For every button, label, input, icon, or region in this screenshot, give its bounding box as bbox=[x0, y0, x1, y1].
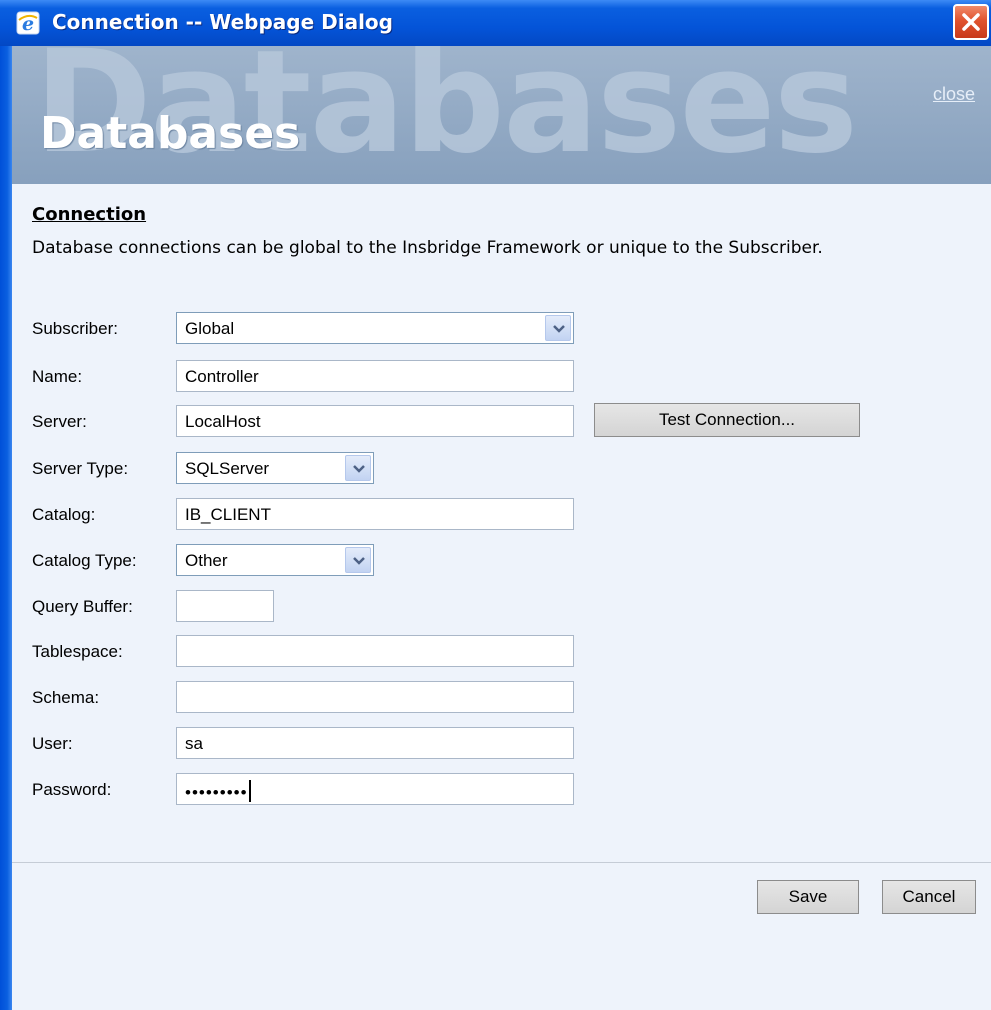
tablespace-input[interactable] bbox=[176, 635, 574, 667]
password-input[interactable]: ••••••••• bbox=[176, 773, 574, 805]
catalog-type-row: Catalog Type: Other bbox=[32, 544, 592, 576]
close-x-icon bbox=[962, 13, 980, 31]
tablespace-label: Tablespace: bbox=[32, 642, 123, 661]
catalog-input[interactable]: IB_CLIENT bbox=[176, 498, 574, 530]
divider bbox=[12, 862, 991, 863]
server-type-select[interactable]: SQLServer bbox=[176, 452, 374, 484]
catalog-row: Catalog: IB_CLIENT bbox=[32, 498, 592, 530]
user-row: User: sa bbox=[32, 727, 592, 759]
section-heading: Connection bbox=[32, 204, 147, 225]
save-button[interactable]: Save bbox=[757, 880, 859, 914]
title-bar: e Connection -- Webpage Dialog bbox=[0, 0, 991, 46]
window-close-button[interactable] bbox=[953, 4, 989, 40]
name-input[interactable]: Controller bbox=[176, 360, 574, 392]
user-label: User: bbox=[32, 734, 73, 753]
server-type-row: Server Type: SQLServer bbox=[32, 452, 592, 484]
schema-input[interactable] bbox=[176, 681, 574, 713]
password-row: Password: ••••••••• bbox=[32, 773, 592, 805]
internet-explorer-icon: e bbox=[16, 11, 40, 35]
cancel-button[interactable]: Cancel bbox=[882, 880, 976, 914]
catalog-type-value: Other bbox=[185, 551, 228, 570]
header-banner: Databases Databases close bbox=[12, 46, 991, 184]
page-title: Databases bbox=[40, 108, 301, 159]
server-row: Server: LocalHost Test Connection... bbox=[32, 403, 892, 437]
text-caret bbox=[248, 780, 251, 802]
tablespace-row: Tablespace: bbox=[32, 635, 592, 667]
close-link[interactable]: close bbox=[933, 84, 975, 105]
user-input[interactable]: sa bbox=[176, 727, 574, 759]
name-label: Name: bbox=[32, 367, 83, 386]
catalog-type-label: Catalog Type: bbox=[32, 551, 137, 570]
window-title: Connection -- Webpage Dialog bbox=[52, 10, 393, 34]
chevron-down-icon[interactable] bbox=[545, 315, 571, 341]
server-label: Server: bbox=[32, 412, 87, 431]
dialog-content: Connection Database connections can be g… bbox=[12, 184, 991, 1010]
subscriber-label: Subscriber: bbox=[32, 319, 118, 338]
window-frame-left bbox=[0, 46, 12, 1010]
schema-label: Schema: bbox=[32, 688, 100, 707]
server-type-label: Server Type: bbox=[32, 459, 129, 478]
password-label: Password: bbox=[32, 780, 112, 799]
query-buffer-input[interactable] bbox=[176, 590, 274, 622]
server-type-value: SQLServer bbox=[185, 459, 270, 478]
section-description: Database connections can be global to th… bbox=[32, 238, 823, 258]
chevron-down-icon[interactable] bbox=[345, 547, 371, 573]
name-row: Name: Controller bbox=[32, 360, 592, 392]
subscriber-select[interactable]: Global bbox=[176, 312, 574, 344]
server-input[interactable]: LocalHost bbox=[176, 405, 574, 437]
subscriber-value: Global bbox=[185, 319, 235, 338]
chevron-down-icon[interactable] bbox=[345, 455, 371, 481]
query-buffer-label: Query Buffer: bbox=[32, 597, 133, 616]
test-connection-button[interactable]: Test Connection... bbox=[594, 403, 860, 437]
catalog-type-select[interactable]: Other bbox=[176, 544, 374, 576]
password-value: ••••••••• bbox=[185, 783, 248, 802]
schema-row: Schema: bbox=[32, 681, 592, 713]
catalog-label: Catalog: bbox=[32, 505, 96, 524]
query-buffer-row: Query Buffer: bbox=[32, 590, 592, 622]
subscriber-row: Subscriber: Global bbox=[32, 312, 592, 344]
